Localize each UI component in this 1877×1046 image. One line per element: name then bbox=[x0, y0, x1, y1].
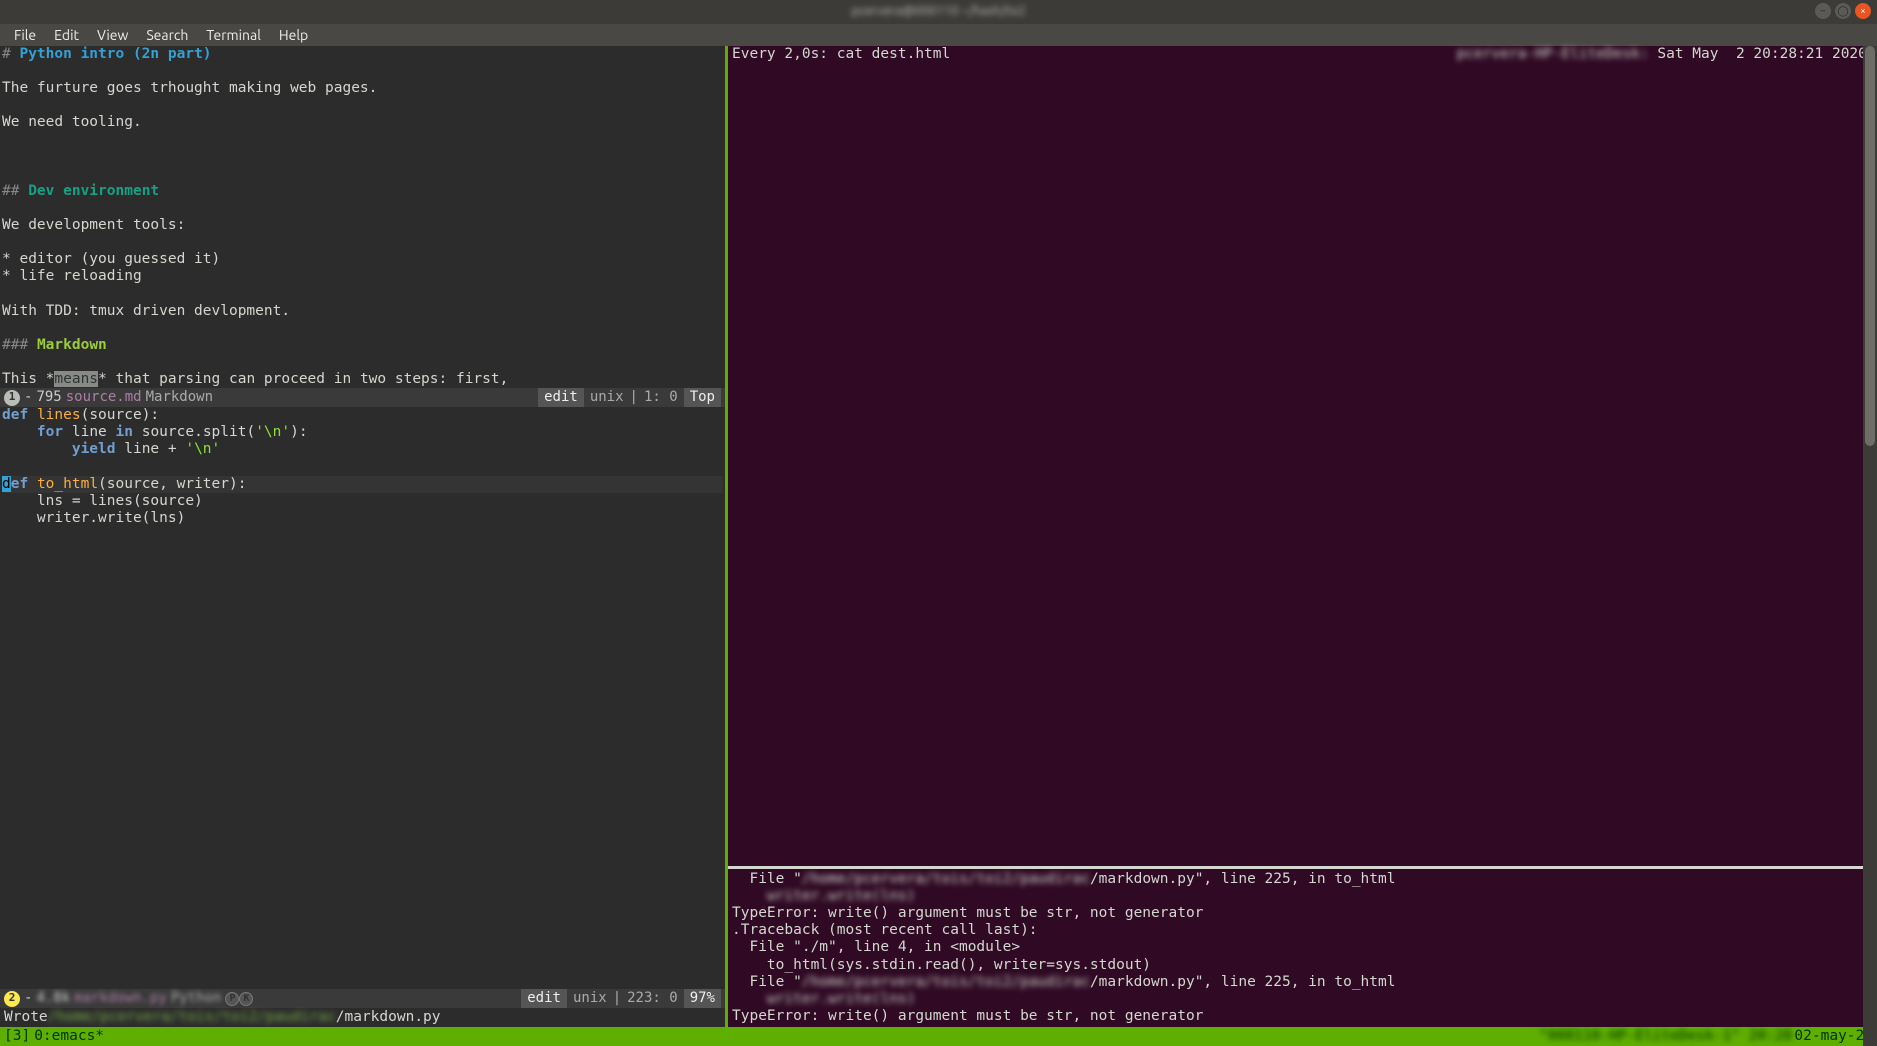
modeline-dash: - bbox=[24, 990, 32, 1007]
menu-view[interactable]: View bbox=[89, 25, 136, 46]
md-line: With TDD: tmux driven devlopment. bbox=[2, 303, 290, 319]
modeline-size: 795 bbox=[36, 389, 61, 406]
search-highlight: means bbox=[54, 371, 98, 387]
menu-search[interactable]: Search bbox=[138, 25, 196, 46]
buffer-source-md[interactable]: # Python intro (2n part) The furture goe… bbox=[0, 46, 725, 388]
terminal-pane[interactable]: Every 2,0s: cat dest.html pcervera-HP-El… bbox=[728, 46, 1877, 1027]
flycheck-badge: 1 bbox=[4, 390, 20, 406]
py-fnname: to_html bbox=[37, 476, 98, 492]
py-keyword: for bbox=[37, 424, 63, 440]
md-h2-hash: ## bbox=[2, 183, 19, 199]
main-area: # Python intro (2n part) The furture goe… bbox=[0, 46, 1877, 1046]
modeline-percent: Top bbox=[684, 388, 721, 407]
watch-host: pcervera-HP-EliteDesk: bbox=[1457, 46, 1649, 62]
watch-cmd: Every 2,0s: cat dest.html bbox=[732, 46, 950, 62]
buffer-markdown-py[interactable]: def lines(source): for line in source.sp… bbox=[0, 407, 725, 989]
modeline-encoding: unix bbox=[590, 389, 624, 406]
echo-prefix: Wrote bbox=[4, 1009, 48, 1026]
menu-bar: File Edit View Search Terminal Help bbox=[0, 24, 1877, 46]
modeline-mode: Python bbox=[171, 990, 222, 1007]
py-string: '\n' bbox=[255, 424, 290, 440]
window-title: pcervera@000110 ~/hash/to2 bbox=[851, 4, 1025, 19]
split-panes: # Python intro (2n part) The furture goe… bbox=[0, 46, 1877, 1027]
emacs-pane[interactable]: # Python intro (2n part) The furture goe… bbox=[0, 46, 725, 1027]
md-line: This * bbox=[2, 371, 54, 387]
vertical-scrollbar[interactable] bbox=[1863, 46, 1877, 1046]
modeline-edit: edit bbox=[521, 989, 567, 1008]
error-line: TypeError: write() argument must be str,… bbox=[732, 905, 1203, 921]
menu-edit[interactable]: Edit bbox=[46, 25, 87, 46]
modeline-mode: Markdown bbox=[146, 389, 213, 406]
maximize-button[interactable]: ◯ bbox=[1835, 3, 1851, 19]
menu-file[interactable]: File bbox=[6, 25, 44, 46]
flycheck-badge: 2 bbox=[4, 991, 20, 1007]
watch-output: Every 2,0s: cat dest.html pcervera-HP-El… bbox=[728, 46, 1877, 866]
md-h1: Python intro (2n part) bbox=[19, 46, 211, 62]
py-args: (source): bbox=[81, 407, 160, 423]
py-line: writer.write(lns) bbox=[2, 510, 185, 526]
traceback-line: File "./m", line 4, in <module> bbox=[732, 939, 1020, 955]
menu-terminal[interactable]: Terminal bbox=[198, 25, 269, 46]
md-line: * that parsing can proceed in two steps:… bbox=[98, 371, 508, 387]
md-h1-hash: # bbox=[2, 46, 11, 62]
traceback-line: .Traceback (most recent call last): bbox=[732, 922, 1038, 938]
modeline-dash: - bbox=[24, 389, 32, 406]
py-line: lns = lines(source) bbox=[2, 493, 203, 509]
modeline-percent: 97% bbox=[684, 989, 721, 1008]
scrollbar-thumb[interactable] bbox=[1865, 46, 1875, 446]
cursor: d bbox=[2, 476, 11, 492]
md-h2: Dev environment bbox=[28, 183, 159, 199]
tmux-date: 02-may-20 bbox=[1794, 1028, 1873, 1045]
window-controls: – ◯ × bbox=[1815, 3, 1871, 19]
md-line: The furture goes trhought making web pag… bbox=[2, 80, 377, 96]
close-button[interactable]: × bbox=[1855, 3, 1871, 19]
echo-area: Wrote /home/pcervera/tois/toi2/paudirac/… bbox=[0, 1008, 725, 1027]
traceback-line: to_html(sys.stdin.read(), writer=sys.std… bbox=[732, 957, 1151, 973]
py-string: '\n' bbox=[185, 441, 220, 457]
modeline-filename: markdown.py bbox=[74, 990, 167, 1007]
window-titlebar: pcervera@000110 ~/hash/to2 – ◯ × bbox=[0, 0, 1877, 24]
menu-help[interactable]: Help bbox=[271, 25, 316, 46]
modeline-position: 1: 0 bbox=[644, 389, 678, 406]
modeline-size: 4.8k bbox=[36, 990, 70, 1007]
watch-timestamp: Sat May 2 20:28:21 2020 bbox=[1657, 46, 1867, 62]
py-keyword: def bbox=[2, 407, 28, 423]
traceback-output: File "/home/pcervera/tois/toi2/paudirac/… bbox=[728, 869, 1877, 1027]
md-line: We development tools: bbox=[2, 217, 185, 233]
py-keyword: in bbox=[116, 424, 133, 440]
projectile-badge: PK bbox=[225, 992, 253, 1006]
tmux-host-time: "000110-HP-EliteDesk-1" 20:28 bbox=[1539, 1028, 1792, 1045]
tmux-session: [3] bbox=[4, 1028, 30, 1045]
minimize-button[interactable]: – bbox=[1815, 3, 1831, 19]
tmux-window[interactable]: 0:emacs* bbox=[34, 1028, 104, 1045]
md-h3-hash: ### bbox=[2, 337, 28, 353]
modeline-source-md: 1 - 795 source.md Markdown edit unix | 1… bbox=[0, 388, 725, 407]
modeline-encoding: unix bbox=[573, 990, 607, 1007]
py-keyword: yield bbox=[72, 441, 116, 457]
modeline-position: 223: 0 bbox=[627, 990, 678, 1007]
py-fnname: lines bbox=[37, 407, 81, 423]
tmux-status-bar: [3] 0:emacs* "000110-HP-EliteDesk-1" 20:… bbox=[0, 1027, 1877, 1046]
modeline-edit: edit bbox=[538, 388, 584, 407]
md-h3: Markdown bbox=[37, 337, 107, 353]
md-bullet: * editor (you guessed it) bbox=[2, 251, 220, 267]
echo-path: /markdown.py bbox=[336, 1009, 441, 1026]
modeline-filename: source.md bbox=[66, 389, 142, 406]
md-line: We need tooling. bbox=[2, 114, 142, 130]
error-line: TypeError: write() argument must be str,… bbox=[732, 1008, 1203, 1024]
md-bullet: * life reloading bbox=[2, 268, 142, 284]
echo-path-blur: /home/pcervera/tois/toi2/paudirac bbox=[48, 1009, 336, 1026]
modeline-markdown-py: 2 - 4.8k markdown.py Python PK edit unix… bbox=[0, 989, 725, 1008]
